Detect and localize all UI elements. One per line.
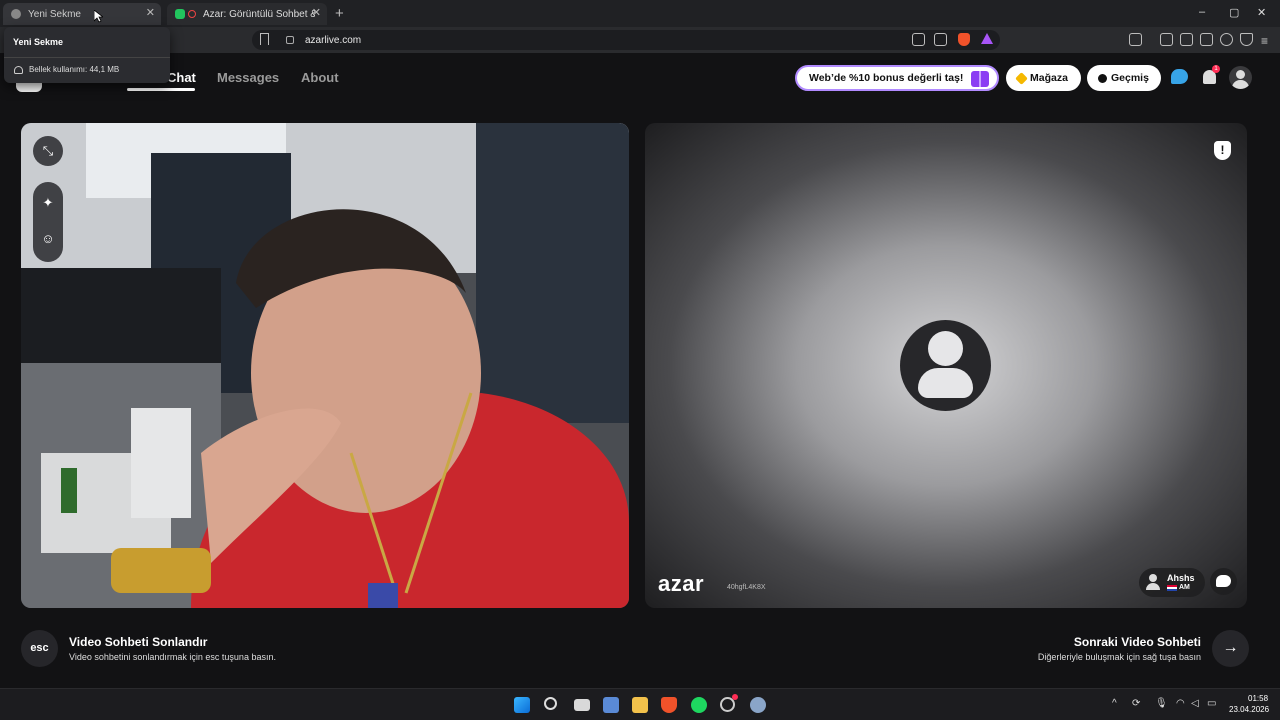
tray-overflow-icon[interactable]: ^ — [1112, 698, 1117, 709]
minimize-button[interactable]: – — [1199, 6, 1205, 18]
brave-rewards-icon[interactable] — [981, 33, 993, 44]
face-filter-icon[interactable]: ☺ — [33, 223, 63, 253]
gift-icon — [971, 71, 989, 87]
gem-icon — [1015, 71, 1028, 85]
microphone-icon[interactable]: 🎙 — [1155, 698, 1168, 709]
sync-icon[interactable]: ⟳ — [1132, 698, 1140, 709]
store-button[interactable]: Mağaza — [1006, 65, 1081, 91]
flag-icon — [1167, 585, 1177, 591]
user-icon — [1146, 574, 1160, 590]
history-button[interactable]: Geçmiş — [1087, 65, 1161, 91]
next-chat-title: Sonraki Video Sohbeti — [1073, 635, 1201, 649]
file-explorer-icon[interactable] — [632, 697, 648, 713]
nav-chat[interactable]: Chat — [167, 70, 196, 85]
local-camera-feed — [21, 123, 629, 608]
store-label: Mağaza — [1030, 72, 1068, 84]
translate-icon[interactable] — [1129, 33, 1142, 46]
spotify-icon[interactable] — [691, 697, 707, 713]
download-icon[interactable] — [1160, 33, 1173, 46]
tab-azar[interactable]: Azar: Görüntülü Sohbet & Ye ✕ — [167, 3, 327, 25]
chat-bubble-icon[interactable] — [1171, 69, 1188, 84]
bonus-banner-button[interactable]: Web’de %10 bonus değerli taş! — [795, 65, 999, 91]
url-text[interactable]: azarlive.com — [305, 35, 361, 46]
notification-badge: 1 — [1212, 65, 1220, 73]
address-bar[interactable] — [252, 30, 1000, 50]
bookmark-icon[interactable] — [260, 33, 269, 45]
minimize-video-icon[interactable]: ⤡ — [33, 136, 63, 166]
report-icon[interactable]: ! — [1214, 141, 1231, 160]
next-chat-button[interactable]: → — [1212, 630, 1249, 667]
close-icon[interactable]: ✕ — [312, 6, 321, 19]
magic-wand-icon[interactable]: ✦ — [33, 188, 63, 218]
search-icon[interactable] — [544, 697, 557, 710]
task-view-icon[interactable] — [574, 699, 590, 711]
end-chat-hint: Video sohbetini sonlandırmak için esc tu… — [69, 652, 276, 662]
brave-browser-icon[interactable] — [661, 697, 677, 713]
end-chat-title: Video Sohbeti Sonlandır — [69, 635, 208, 649]
nav-about[interactable]: About — [301, 70, 339, 85]
tab-new-tab[interactable]: Yeni Sekme ✕ — [3, 3, 161, 25]
clock-icon — [1098, 73, 1107, 83]
new-tab-button[interactable]: + — [335, 5, 344, 22]
wallet-icon[interactable] — [1200, 33, 1213, 46]
clock-date[interactable]: 23.04.2026 — [1229, 705, 1269, 714]
volume-icon[interactable]: ◁ — [1191, 698, 1199, 709]
share-icon[interactable] — [934, 33, 947, 46]
divider — [4, 57, 170, 58]
cast-icon[interactable] — [912, 33, 925, 46]
site-info-icon[interactable] — [286, 36, 294, 44]
bonus-label: Web’de %10 bonus değerli taş! — [809, 72, 964, 84]
notification-dot — [732, 694, 738, 700]
wifi-icon[interactable]: ◠ — [1176, 698, 1185, 709]
recording-icon — [188, 10, 196, 18]
store-app-icon[interactable] — [603, 697, 619, 713]
tab-label: Yeni Sekme — [28, 8, 81, 20]
brave-shield-icon[interactable] — [958, 33, 970, 46]
battery-icon[interactable]: ▭ — [1207, 698, 1216, 709]
chat-button[interactable] — [1210, 568, 1237, 595]
profile-avatar[interactable] — [1229, 66, 1252, 89]
next-chat-hint: Diğerleriyle buluşmak için sağ tuşa bası… — [1037, 652, 1201, 662]
leo-ai-icon[interactable] — [1220, 33, 1233, 46]
close-window-button[interactable]: ✕ — [1257, 6, 1266, 19]
menu-icon[interactable]: ≡ — [1261, 34, 1268, 48]
local-video — [21, 123, 629, 608]
memory-gauge-icon — [14, 66, 23, 74]
windows-start-icon[interactable] — [514, 697, 530, 713]
session-id: 40hgfL4K8X — [727, 584, 766, 591]
close-icon[interactable]: ✕ — [146, 6, 155, 19]
remote-avatar-placeholder — [900, 320, 991, 411]
azar-favicon-icon — [175, 9, 185, 19]
azar-logo-icon[interactable] — [16, 82, 42, 92]
settings-gear-icon[interactable] — [750, 697, 766, 713]
azar-watermark: azar — [658, 571, 705, 596]
nav-messages[interactable]: Messages — [217, 70, 279, 85]
partner-name: Ahshs — [1167, 573, 1195, 583]
mouse-cursor-icon — [94, 10, 103, 23]
person-body-icon — [918, 368, 973, 398]
person-head-icon — [928, 331, 963, 366]
tab-label: Azar: Görüntülü Sohbet & Ye — [203, 8, 315, 20]
shield-icon — [11, 9, 21, 19]
tooltip-memory: Bellek kullanımı: 44,1 MB — [29, 65, 120, 74]
sidebar-icon[interactable] — [1180, 33, 1193, 46]
tab-hover-tooltip: Yeni Sekme Bellek kullanımı: 44,1 MB — [4, 27, 170, 83]
partner-country: AM — [1179, 584, 1190, 591]
tooltip-title: Yeni Sekme — [13, 37, 64, 47]
end-chat-button[interactable]: esc — [21, 630, 58, 667]
history-label: Geçmiş — [1111, 72, 1149, 84]
vpn-shield-icon[interactable] — [1240, 33, 1253, 46]
maximize-button[interactable]: ▢ — [1229, 6, 1239, 19]
clock-time[interactable]: 01:58 — [1248, 694, 1268, 703]
nav-active-indicator — [127, 88, 195, 91]
